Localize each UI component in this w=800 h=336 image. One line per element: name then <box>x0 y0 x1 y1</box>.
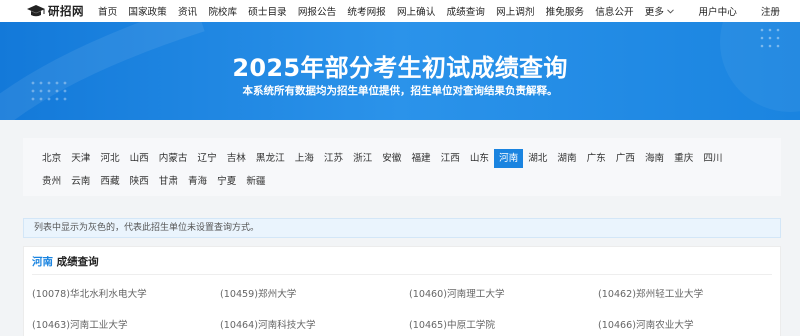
province-row2-4[interactable]: 甘肃 <box>154 172 183 191</box>
province-row1-16[interactable]: 湖北 <box>523 149 552 168</box>
province-row1-8[interactable]: 上海 <box>290 149 319 168</box>
nav-unified-registration[interactable]: 统考网报 <box>347 4 385 18</box>
results-heading: 河南 成绩查询 <box>32 254 99 269</box>
main-nav: 首页 国家政策 资讯 院校库 硕士目录 网报公告 统考网报 网上确认 成绩查询 … <box>98 0 685 22</box>
province-row1-3[interactable]: 山西 <box>125 149 154 168</box>
province-row-1: 北京 天津 河北 山西 内蒙古 辽宁 吉林 黑龙江 上海 江苏 浙江 安徽 福建 江西 山东 河南 湖北 湖南 广东… <box>37 149 728 168</box>
province-row1-14[interactable]: 山东 <box>465 149 494 168</box>
site-logo[interactable]: 研招网 <box>26 3 84 19</box>
province-row1-0[interactable]: 北京 <box>37 149 66 168</box>
hero-banner: 2025年部分考生初试成绩查询 本系统所有数据均为招生单位提供，招生单位对查询结… <box>0 22 800 120</box>
top-navigation: 研招网 首页 国家政策 资讯 院校库 硕士目录 网报公告 统考网报 网上确认 成… <box>0 0 800 22</box>
province-row2-2[interactable]: 西藏 <box>95 172 124 191</box>
graduation-cap-icon <box>27 5 45 17</box>
university-link[interactable]: (10078)华北水利水电大学 <box>32 286 147 300</box>
university-link[interactable]: (10459)郑州大学 <box>220 286 296 300</box>
province-row1-10[interactable]: 浙江 <box>348 149 377 168</box>
nav-home[interactable]: 首页 <box>98 4 117 18</box>
province-row2-6[interactable]: 宁夏 <box>212 172 241 191</box>
results-title: 成绩查询 <box>53 256 99 268</box>
province-row1-6[interactable]: 吉林 <box>222 149 251 168</box>
province-row1-12[interactable]: 福建 <box>406 149 435 168</box>
university-link[interactable]: (10463)河南工业大学 <box>32 317 128 331</box>
user-nav: 用户中心 注册 <box>674 0 780 22</box>
province-row1-5[interactable]: 辽宁 <box>193 149 222 168</box>
province-row1-15[interactable]: 河南 <box>494 149 524 168</box>
nav-master-catalog[interactable]: 硕士目录 <box>248 4 286 18</box>
province-row1-17[interactable]: 湖南 <box>552 149 581 168</box>
chevron-down-icon <box>667 8 674 14</box>
province-row-2: 贵州 云南 西藏 陕西 甘肃 青海 宁夏 新疆 <box>37 172 271 191</box>
results-province: 河南 <box>32 256 53 268</box>
results-panel: 河南 成绩查询 (10078)华北水利水电大学 (10459)郑州大学 (104… <box>23 246 781 336</box>
province-row1-7[interactable]: 黑龙江 <box>251 149 290 168</box>
nav-school-library[interactable]: 院校库 <box>208 4 237 18</box>
province-row1-1[interactable]: 天津 <box>66 149 95 168</box>
register-link[interactable]: 注册 <box>761 4 780 18</box>
province-row1-22[interactable]: 四川 <box>698 149 727 168</box>
university-link[interactable]: (10462)郑州轻工业大学 <box>598 286 703 300</box>
university-link[interactable]: (10464)河南科技大学 <box>220 317 316 331</box>
province-selector: 北京 天津 河北 山西 内蒙古 辽宁 吉林 黑龙江 上海 江苏 浙江 安徽 福建 江西 山东 河南 湖北 湖南 广东… <box>23 138 781 196</box>
page-title: 2025年部分考生初试成绩查询 <box>232 54 568 82</box>
nav-online-confirmation[interactable]: 网上确认 <box>397 4 435 18</box>
nav-more-label: 更多 <box>644 7 664 18</box>
divider <box>32 274 772 275</box>
nav-recommendation[interactable]: 推免服务 <box>546 4 584 18</box>
province-row2-3[interactable]: 陕西 <box>125 172 154 191</box>
province-row1-20[interactable]: 海南 <box>640 149 669 168</box>
province-row1-13[interactable]: 江西 <box>436 149 465 168</box>
province-row1-19[interactable]: 广西 <box>611 149 640 168</box>
user-center-link[interactable]: 用户中心 <box>698 4 736 18</box>
info-notice: 列表中显示为灰色的，代表此招生单位未设置查询方式。 <box>23 218 781 238</box>
province-row1-9[interactable]: 江苏 <box>319 149 348 168</box>
nav-online-adjustment[interactable]: 网上调剂 <box>496 4 534 18</box>
province-row1-11[interactable]: 安徽 <box>377 149 406 168</box>
province-row2-7[interactable]: 新疆 <box>241 172 270 191</box>
province-row1-21[interactable]: 重庆 <box>669 149 698 168</box>
province-row2-1[interactable]: 云南 <box>66 172 95 191</box>
university-link[interactable]: (10460)河南理工大学 <box>409 286 505 300</box>
province-row1-4[interactable]: 内蒙古 <box>154 149 193 168</box>
province-row2-5[interactable]: 青海 <box>183 172 212 191</box>
logo-text: 研招网 <box>48 4 84 18</box>
nav-registration-notice[interactable]: 网报公告 <box>298 4 336 18</box>
nav-info-disclosure[interactable]: 信息公开 <box>595 4 633 18</box>
university-link[interactable]: (10466)河南农业大学 <box>598 317 694 331</box>
nav-policy[interactable]: 国家政策 <box>128 4 166 18</box>
nav-more[interactable]: 更多 <box>645 4 674 18</box>
university-link[interactable]: (10465)中原工学院 <box>409 317 495 331</box>
province-row2-0[interactable]: 贵州 <box>37 172 66 191</box>
nav-news[interactable]: 资讯 <box>178 4 197 18</box>
page-subtitle: 本系统所有数据均为招生单位提供，招生单位对查询结果负责解释。 <box>242 85 558 97</box>
nav-score-query[interactable]: 成绩查询 <box>447 4 485 18</box>
province-row1-2[interactable]: 河北 <box>95 149 124 168</box>
province-row1-18[interactable]: 广东 <box>582 149 611 168</box>
